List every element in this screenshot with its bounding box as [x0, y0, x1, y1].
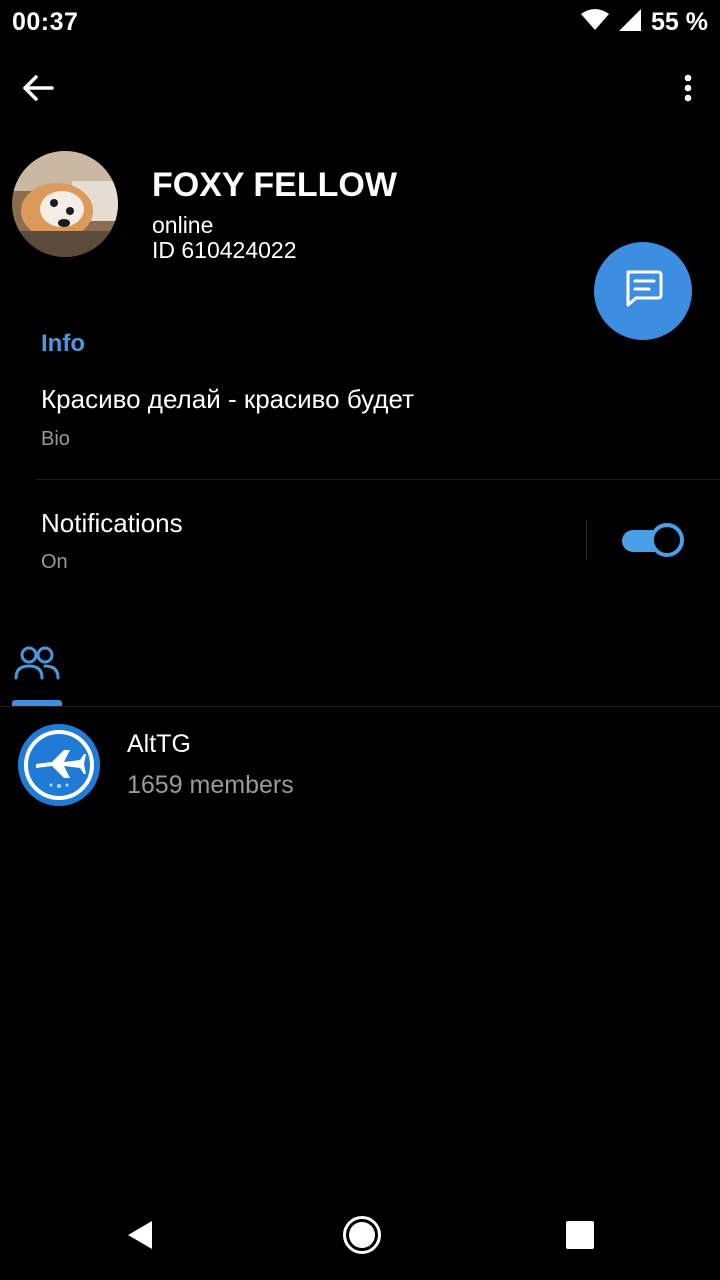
vertical-divider	[586, 520, 587, 560]
status-icons: 55 %	[581, 8, 708, 36]
profile-name: FOXY FELLOW	[152, 166, 397, 204]
navigation-bar	[0, 1200, 720, 1280]
more-options-button[interactable]	[668, 66, 708, 114]
message-icon	[622, 268, 664, 315]
section-divider	[36, 479, 720, 480]
back-button[interactable]	[14, 66, 62, 114]
profile-screen: 00:37 55 % FOXY FELLOW online ID 6104240…	[0, 0, 720, 1280]
nav-home-button[interactable]	[339, 1214, 385, 1260]
nav-back-button[interactable]	[120, 1214, 160, 1260]
status-time: 00:37	[12, 8, 79, 36]
bio-text[interactable]: Красиво делай - красиво будет	[41, 384, 414, 415]
tab-divider	[0, 706, 720, 707]
more-vert-icon	[684, 74, 692, 107]
nav-back-icon	[126, 1220, 154, 1255]
status-bar: 00:37 55 %	[0, 0, 720, 44]
signal-icon	[619, 8, 642, 36]
group-name: AltTG	[127, 730, 191, 758]
tab-groups[interactable]	[12, 644, 62, 706]
profile-id: ID 610424022	[152, 237, 297, 263]
info-section-title: Info	[41, 330, 85, 357]
group-members-count: 1659 members	[127, 771, 294, 799]
notifications-title[interactable]: Notifications	[41, 508, 183, 539]
group-avatar	[18, 724, 100, 806]
nav-recents-icon	[565, 1220, 595, 1255]
notifications-toggle[interactable]	[622, 523, 684, 559]
profile-avatar[interactable]	[12, 151, 118, 257]
notifications-value: On	[41, 551, 68, 573]
send-message-button[interactable]	[594, 242, 692, 340]
nav-recents-button[interactable]	[558, 1214, 602, 1260]
toggle-thumb	[650, 523, 684, 557]
list-item[interactable]: AltTG 1659 members	[0, 716, 720, 816]
wifi-icon	[581, 8, 610, 36]
arrow-back-icon	[22, 74, 54, 107]
profile-status: online	[152, 212, 214, 238]
nav-home-icon	[342, 1215, 382, 1260]
bio-label: Bio	[41, 428, 70, 450]
battery-percentage: 55 %	[651, 7, 708, 36]
groups-icon	[14, 644, 60, 706]
